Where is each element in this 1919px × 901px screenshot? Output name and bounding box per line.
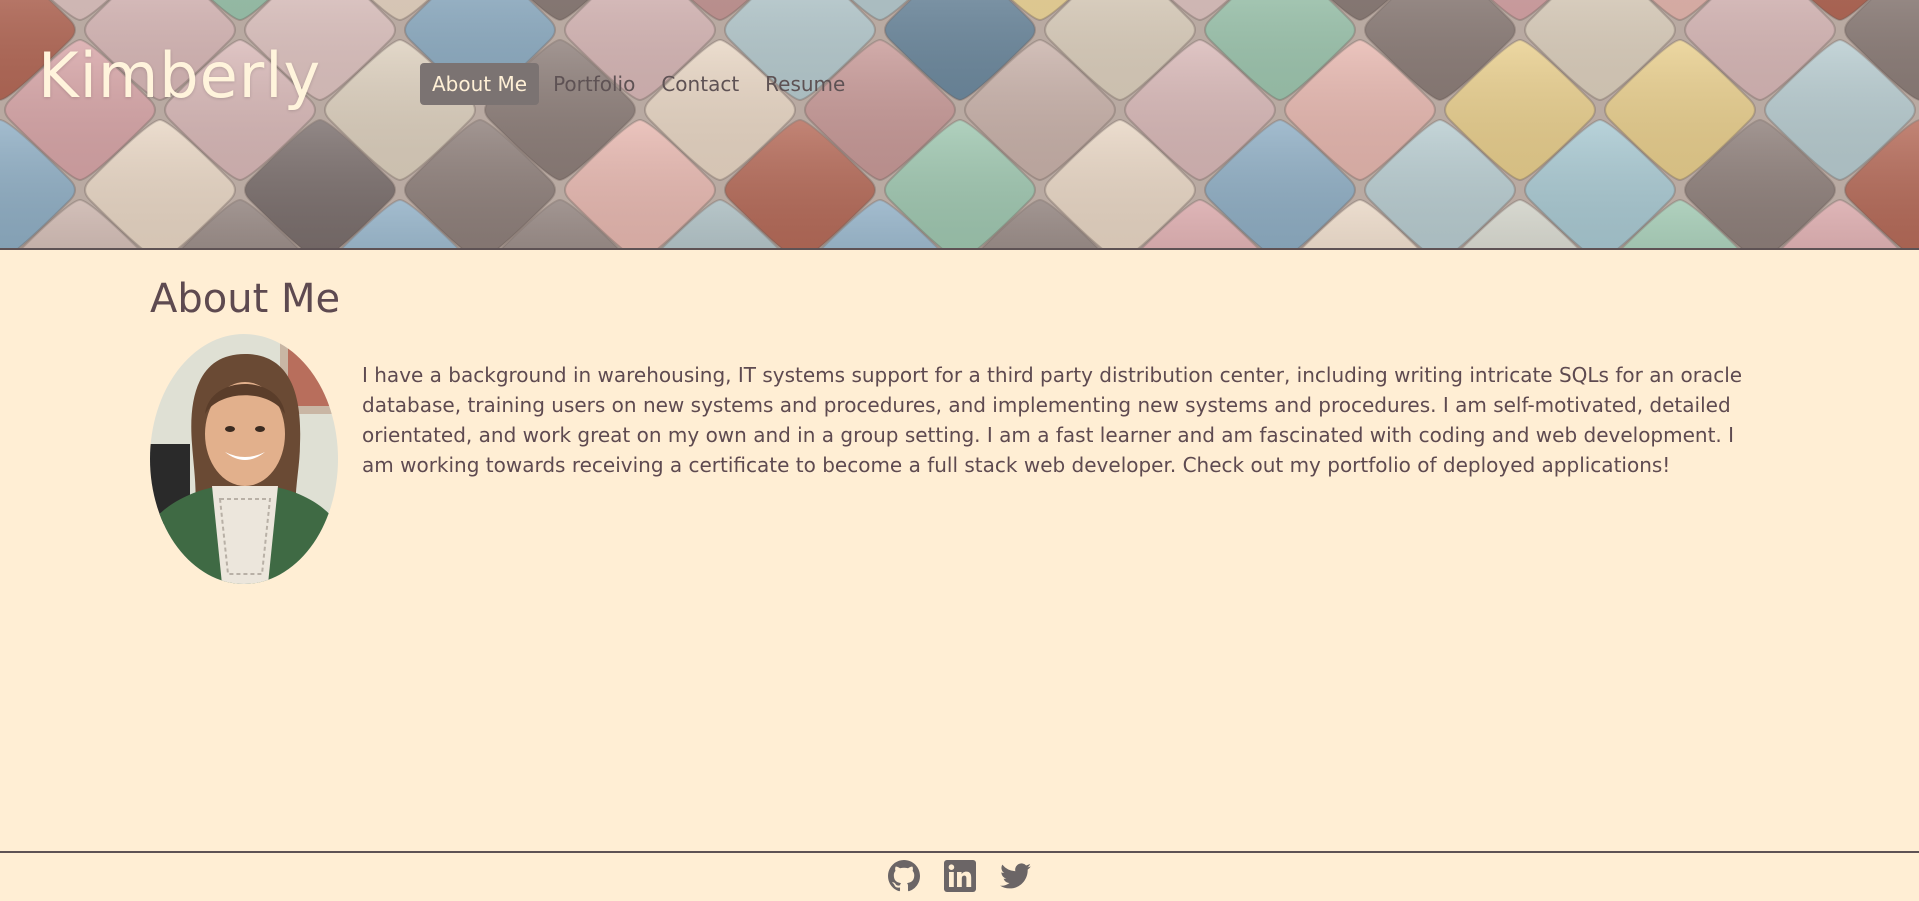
page-title: About Me bbox=[150, 276, 341, 322]
main-nav: About Me Portfolio Contact Resume bbox=[420, 63, 859, 105]
nav-contact[interactable]: Contact bbox=[649, 63, 751, 105]
profile-photo bbox=[150, 334, 338, 584]
twitter-icon[interactable] bbox=[999, 860, 1032, 892]
nav-about-me[interactable]: About Me bbox=[420, 63, 540, 105]
header-banner: Kimberly About Me Portfolio Contact Resu… bbox=[0, 0, 1919, 250]
nav-portfolio[interactable]: Portfolio bbox=[541, 63, 647, 105]
site-brand[interactable]: Kimberly bbox=[38, 36, 321, 116]
github-icon[interactable] bbox=[887, 860, 920, 892]
footer-divider bbox=[0, 851, 1919, 853]
about-section: About Me I have a background in warehous… bbox=[150, 270, 1750, 584]
linkedin-icon[interactable] bbox=[943, 860, 976, 892]
nav-resume[interactable]: Resume bbox=[753, 63, 857, 105]
bio-text: I have a background in warehousing, IT s… bbox=[362, 363, 1743, 477]
social-links bbox=[0, 860, 1919, 892]
